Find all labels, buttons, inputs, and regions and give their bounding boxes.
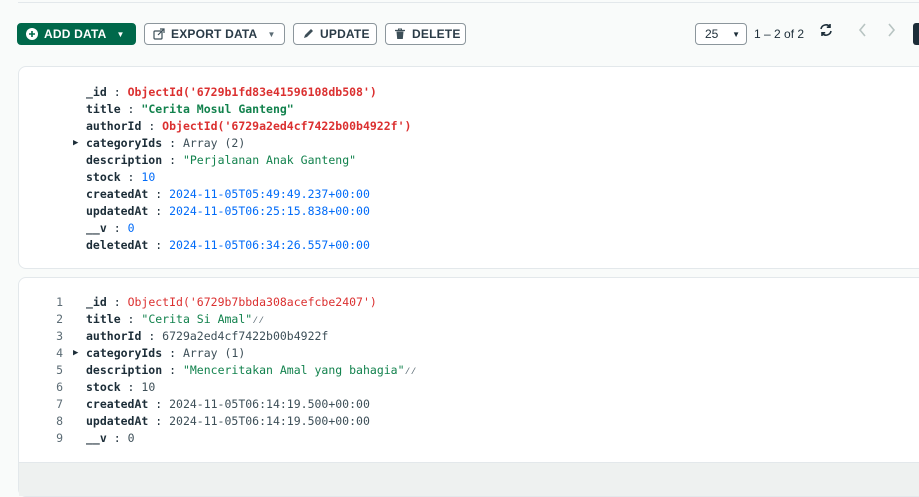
field-key: categoryIds bbox=[86, 346, 163, 360]
pencil-icon bbox=[302, 28, 314, 40]
line-number: 1 bbox=[56, 295, 63, 309]
trash-icon bbox=[394, 28, 406, 40]
field-key: createdAt bbox=[86, 187, 149, 201]
field-value[interactable]: 0 bbox=[128, 431, 135, 445]
delete-label: DELETE bbox=[412, 27, 461, 41]
add-data-button[interactable]: ADD DATA ▼ bbox=[17, 23, 136, 45]
field-key: __v bbox=[86, 431, 107, 445]
field-key: _id bbox=[86, 85, 107, 99]
refresh-icon[interactable] bbox=[818, 22, 834, 43]
field-key: updatedAt bbox=[86, 414, 149, 428]
page-size-value: 25 bbox=[705, 27, 719, 41]
caret-down-icon: ▼ bbox=[267, 29, 276, 39]
view-toggle-button[interactable] bbox=[913, 23, 919, 45]
field-key: categoryIds bbox=[86, 136, 163, 150]
document-edit-footer bbox=[19, 462, 919, 496]
expand-triangle-icon[interactable]: ▶ bbox=[73, 345, 78, 362]
pagination-range: 1 – 2 of 2 bbox=[754, 27, 805, 41]
page-size-select[interactable]: 25 ▼ bbox=[695, 23, 747, 45]
field-key: authorId bbox=[86, 119, 142, 133]
field-value[interactable]: 10 bbox=[141, 380, 155, 394]
delete-button[interactable]: DELETE bbox=[385, 23, 466, 45]
field-value: ObjectId('6729b1fd83e41596108db508') bbox=[127, 85, 377, 99]
field-value: 0 bbox=[127, 221, 135, 235]
document-card-editing[interactable]: 1 _id : ObjectId('6729b7bbda308acefcbe24… bbox=[18, 277, 919, 497]
field-key: title bbox=[86, 102, 121, 116]
export-data-button[interactable]: EXPORT DATA ▼ bbox=[144, 23, 285, 45]
update-button[interactable]: UPDATE bbox=[293, 23, 377, 45]
field-key: stock bbox=[86, 380, 121, 394]
line-number: 3 bbox=[56, 329, 63, 343]
chevron-right-icon[interactable] bbox=[885, 22, 897, 43]
field-value: ObjectId('6729a2ed4cf7422b00b4922f') bbox=[162, 119, 412, 133]
line-number: 9 bbox=[56, 431, 63, 445]
field-value: "Perjalanan Anak Ganteng" bbox=[182, 153, 357, 167]
field-key: __v bbox=[86, 221, 107, 235]
field-value: "Cerita Mosul Ganteng" bbox=[141, 102, 294, 116]
line-number: 7 bbox=[56, 397, 63, 411]
chevron-left-icon[interactable] bbox=[857, 22, 869, 43]
field-key: description bbox=[86, 363, 163, 377]
field-key: updatedAt bbox=[86, 204, 149, 218]
field-key: stock bbox=[86, 170, 121, 184]
field-value: 2024-11-05T05:49:49.237+00:00 bbox=[169, 187, 370, 201]
documents-toolbar: ADD DATA ▼ EXPORT DATA ▼ UPDATE DELETE 2… bbox=[0, 0, 919, 60]
field-key: deletedAt bbox=[86, 238, 149, 252]
field-value: 2024-11-05T06:34:26.557+00:00 bbox=[169, 238, 370, 252]
field-value: 2024-11-05T06:25:15.838+00:00 bbox=[169, 204, 370, 218]
description-value-field[interactable]: "Menceritakan Amal yang bahagia" bbox=[183, 363, 405, 377]
resize-grip-icon: ⁄⁄ bbox=[252, 315, 265, 326]
field-value: Array (1) bbox=[182, 346, 246, 360]
resize-grip-icon: ⁄⁄ bbox=[404, 366, 417, 377]
field-key: authorId bbox=[86, 329, 142, 343]
add-data-label: ADD DATA bbox=[44, 27, 107, 41]
line-number: 6 bbox=[56, 380, 63, 394]
field-value[interactable]: 6729a2ed4cf7422b00b4922f bbox=[162, 329, 328, 343]
export-icon bbox=[153, 28, 165, 40]
expand-triangle-icon[interactable]: ▶ bbox=[73, 135, 78, 152]
caret-down-icon: ▼ bbox=[732, 29, 740, 39]
field-key: description bbox=[86, 153, 163, 167]
title-value-field[interactable]: "Cerita Si Amal" bbox=[141, 312, 252, 326]
field-value[interactable]: 2024-11-05T06:14:19.500+00:00 bbox=[169, 397, 370, 411]
field-key: createdAt bbox=[86, 397, 149, 411]
document-card[interactable]: _id : ObjectId('6729b1fd83e41596108db508… bbox=[18, 66, 919, 269]
line-number: 4 bbox=[56, 346, 63, 360]
update-label: UPDATE bbox=[320, 27, 370, 41]
export-data-label: EXPORT DATA bbox=[171, 27, 258, 41]
line-number: 2 bbox=[56, 312, 63, 326]
plus-circle-icon bbox=[26, 28, 38, 40]
field-value: Array (2) bbox=[182, 136, 246, 150]
line-number: 5 bbox=[56, 363, 63, 377]
field-key: _id bbox=[86, 295, 107, 309]
line-number: 8 bbox=[56, 414, 63, 428]
field-key: title bbox=[86, 312, 121, 326]
caret-down-icon: ▼ bbox=[116, 29, 125, 39]
field-value[interactable]: 2024-11-05T06:14:19.500+00:00 bbox=[169, 414, 370, 428]
field-value: ObjectId('6729b7bbda308acefcbe2407') bbox=[127, 295, 377, 309]
field-value: 10 bbox=[141, 170, 156, 184]
